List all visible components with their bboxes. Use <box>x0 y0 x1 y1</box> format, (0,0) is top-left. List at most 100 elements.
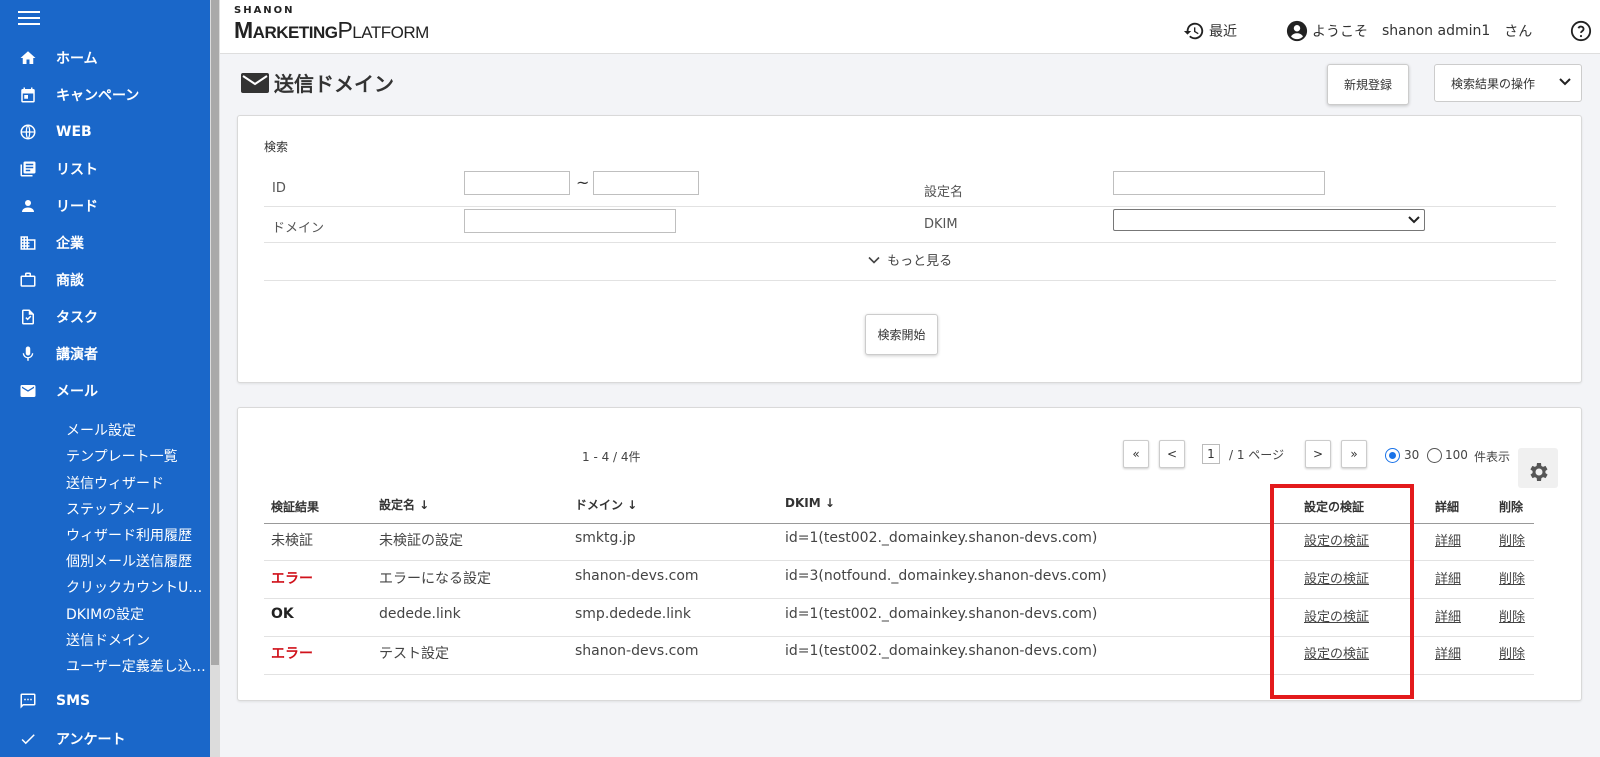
delete-link[interactable]: 削除 <box>1499 530 1525 549</box>
detail-link[interactable]: 詳細 <box>1435 530 1461 549</box>
sidebar-item-survey[interactable]: アンケート <box>0 722 210 756</box>
sidebar-item-web[interactable]: WEB <box>0 115 210 149</box>
sidebar-item-label: WEB <box>56 124 92 140</box>
detail-link[interactable]: 詳細 <box>1435 606 1461 625</box>
menu-icon[interactable] <box>18 11 40 29</box>
sidebar-item-home[interactable]: ホーム <box>0 41 210 75</box>
sidebar-item-label: 講演者 <box>56 347 98 363</box>
sidebar-item-campaign[interactable]: キャンペーン <box>0 78 210 112</box>
domain-label: ドメイン <box>272 221 325 236</box>
row-name: テスト設定 <box>379 646 449 662</box>
sidebar-subitem-send-wizard[interactable]: 送信ウィザード <box>66 472 208 496</box>
sidebar-item-lead[interactable]: リード <box>0 189 210 223</box>
sidebar-item-list[interactable]: リスト <box>0 152 210 186</box>
setting-name-input[interactable] <box>1113 171 1325 195</box>
id-label: ID <box>272 181 286 196</box>
sidebar-subitem-dkim-settings[interactable]: DKIMの設定 <box>66 603 208 627</box>
show-more-toggle[interactable]: もっと見る <box>264 243 1556 280</box>
sidebar-scrollbar[interactable] <box>210 0 220 757</box>
row-dkim: id=3(notfound._domainkey.shanon-devs.com… <box>785 568 1107 584</box>
sidebar-item-label: タスク <box>56 310 98 326</box>
history-icon <box>1183 22 1204 40</box>
sidebar-item-sms[interactable]: SMS <box>0 684 210 718</box>
row-result: 未検証 <box>271 533 313 549</box>
sidebar-subitem-wizard-history[interactable]: ウィザード利用履歴 <box>66 524 208 548</box>
row-result: OK <box>271 606 294 622</box>
row-dkim: id=1(test002._domainkey.shanon-devs.com) <box>785 606 1098 622</box>
page-number-input[interactable]: 1 <box>1202 444 1220 464</box>
sidebar-subitem-template-list[interactable]: テンプレート一覧 <box>66 445 208 469</box>
setting-name-label: 設定名 <box>924 185 964 200</box>
row-name: 未検証の設定 <box>379 533 463 549</box>
scrollbar-thumb[interactable] <box>211 0 219 665</box>
id-from-input[interactable] <box>464 171 570 195</box>
domain-input[interactable] <box>464 209 676 233</box>
sidebar-item-label: アンケート <box>56 732 126 748</box>
check-icon <box>18 729 38 749</box>
col-header-result: 検証結果 <box>271 500 320 514</box>
delete-link[interactable]: 削除 <box>1499 568 1525 587</box>
id-to-input[interactable] <box>593 171 699 195</box>
globe-icon <box>18 122 38 142</box>
sidebar-subitem-send-domain[interactable]: 送信ドメイン <box>66 629 208 653</box>
sidebar-subitem-step-mail[interactable]: ステップメール <box>66 498 208 522</box>
sidebar-subitem-user-defined-merge[interactable]: ユーザー定義差し込… <box>66 655 208 679</box>
row-result: エラー <box>271 646 313 662</box>
highlight-box <box>1270 484 1414 699</box>
mail-icon <box>241 72 269 93</box>
prev-page-button[interactable]: < <box>1159 440 1185 468</box>
sidebar-item-task[interactable]: タスク <box>0 300 210 334</box>
user-menu[interactable]: ようこそ shanon admin1 さん <box>1286 20 1532 42</box>
row-domain: smktg.jp <box>575 530 636 546</box>
sidebar-item-mail[interactable]: メール <box>0 374 210 408</box>
first-page-button[interactable]: « <box>1123 440 1149 468</box>
col-header-detail: 詳細 <box>1435 500 1460 514</box>
account-icon <box>1286 20 1308 42</box>
column-settings-button[interactable] <box>1518 448 1558 488</box>
calendar-icon <box>18 85 38 105</box>
sidebar-item-label: メール <box>56 384 98 400</box>
sidebar-item-label: リード <box>56 199 98 215</box>
search-row-1: ID ~ 設定名 <box>264 171 1556 207</box>
col-header-name[interactable]: 設定名 ↓ <box>379 496 429 513</box>
per-page-30-radio[interactable] <box>1385 448 1400 463</box>
chevron-down-icon <box>868 256 880 264</box>
result-count: 1 - 4 / 4件 <box>582 450 641 464</box>
row-dkim: id=1(test002._domainkey.shanon-devs.com) <box>785 643 1098 659</box>
row-domain: shanon-devs.com <box>575 568 699 584</box>
next-page-button[interactable]: > <box>1305 440 1331 468</box>
sidebar-item-company[interactable]: 企業 <box>0 226 210 260</box>
building-icon <box>18 233 38 253</box>
top-header: SHANON MARKETINGPLATFORM 最近 ようこそ shanon … <box>220 0 1600 54</box>
sidebar-subitem-click-count[interactable]: クリックカウントU… <box>66 576 208 600</box>
search-start-button[interactable]: 検索開始 <box>865 314 938 355</box>
row-name: dedede.link <box>379 606 461 622</box>
mail-icon <box>18 381 38 401</box>
detail-link[interactable]: 詳細 <box>1435 643 1461 662</box>
new-register-button[interactable]: 新規登録 <box>1327 64 1409 105</box>
sidebar-item-label: 商談 <box>56 273 84 289</box>
row-name: エラーになる設定 <box>379 571 491 587</box>
chevron-down-icon <box>1408 216 1420 224</box>
col-header-domain[interactable]: ドメイン ↓ <box>575 496 637 513</box>
recent-button[interactable]: 最近 <box>1183 20 1237 42</box>
per-page-100-radio[interactable] <box>1427 448 1442 463</box>
row-domain: smp.dedede.link <box>575 606 691 622</box>
sidebar-subitem-individual-history[interactable]: 個別メール送信履歴 <box>66 550 208 574</box>
sidebar-subitem-mail-settings[interactable]: メール設定 <box>66 419 208 443</box>
gear-icon <box>1530 463 1548 481</box>
delete-link[interactable]: 削除 <box>1499 643 1525 662</box>
sidebar-item-deal[interactable]: 商談 <box>0 263 210 297</box>
detail-link[interactable]: 詳細 <box>1435 568 1461 587</box>
logo-company: SHANON <box>234 5 295 16</box>
col-header-dkim[interactable]: DKIM ↓ <box>785 496 835 510</box>
delete-link[interactable]: 削除 <box>1499 606 1525 625</box>
help-icon[interactable] <box>1570 20 1592 42</box>
person-icon <box>18 196 38 216</box>
dkim-select[interactable] <box>1113 209 1425 231</box>
last-page-button[interactable]: » <box>1341 440 1367 468</box>
logo-product: MARKETINGPLATFORM <box>234 17 429 43</box>
sidebar-item-speaker[interactable]: 講演者 <box>0 337 210 371</box>
user-name: shanon admin1 <box>1382 23 1491 39</box>
result-actions-select[interactable]: 検索結果の操作 <box>1434 64 1582 102</box>
